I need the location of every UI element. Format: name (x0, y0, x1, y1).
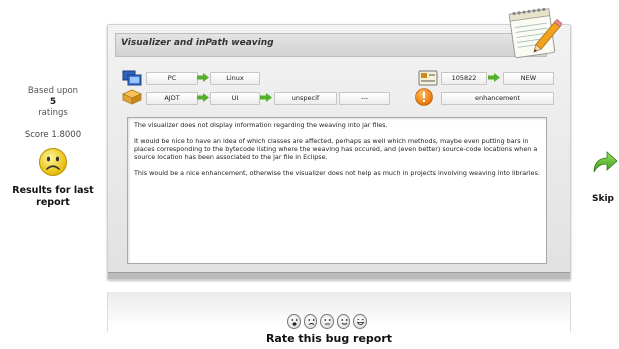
based-upon-label: Based upon (27, 86, 79, 96)
extra-field: --- (339, 92, 390, 105)
sad-face-icon (38, 147, 68, 177)
platform-field: PC (146, 72, 198, 85)
arrow-icon (260, 93, 272, 102)
bug-id-icon (418, 70, 438, 86)
product-field: AJDT (146, 92, 198, 105)
severity-field: enhancement (441, 92, 554, 105)
version-field: unspecif (274, 92, 337, 105)
bug-description[interactable]: The visualizer does not display informat… (127, 117, 547, 264)
green-forward-arrow-icon[interactable] (590, 148, 618, 176)
skip-button[interactable]: Skip (592, 194, 614, 204)
description-paragraph: This would be a nice enhancement, otherw… (134, 169, 540, 177)
results-last-report: Results for last report (12, 185, 94, 208)
arrow-icon (488, 73, 500, 82)
computer-icon (122, 70, 142, 86)
description-paragraph: It would be nice to have an idea of whic… (134, 137, 538, 161)
sad-face-icon[interactable] (303, 314, 318, 329)
status-field: NEW (503, 72, 554, 85)
rate-bug-report-label: Rate this bug report (265, 332, 393, 345)
neutral-face-icon[interactable] (320, 314, 334, 329)
os-field: Linux (210, 72, 260, 85)
very-sad-face-icon[interactable] (287, 314, 301, 329)
rating-faces (287, 314, 367, 330)
component-field: UI (210, 92, 260, 105)
notepad-pencil-icon (506, 3, 563, 61)
happy-face-icon[interactable] (336, 314, 351, 329)
bug-title: Visualizer and inPath weaving (121, 38, 274, 48)
rating-count: 5 (49, 97, 57, 107)
product-box-icon (121, 89, 143, 105)
very-happy-face-icon[interactable] (353, 314, 367, 329)
arrow-icon (197, 73, 209, 82)
score-value: Score 1.8000 (24, 130, 82, 140)
rating-stats: Based upon 5 ratings Score 1.8000 (0, 86, 106, 141)
bug-id-field: 105822 (441, 72, 487, 85)
warning-exclamation-icon (415, 88, 433, 106)
description-paragraph: The visualizer does not display informat… (134, 121, 388, 129)
arrow-icon (197, 93, 209, 102)
ratings-label: ratings (38, 108, 68, 118)
